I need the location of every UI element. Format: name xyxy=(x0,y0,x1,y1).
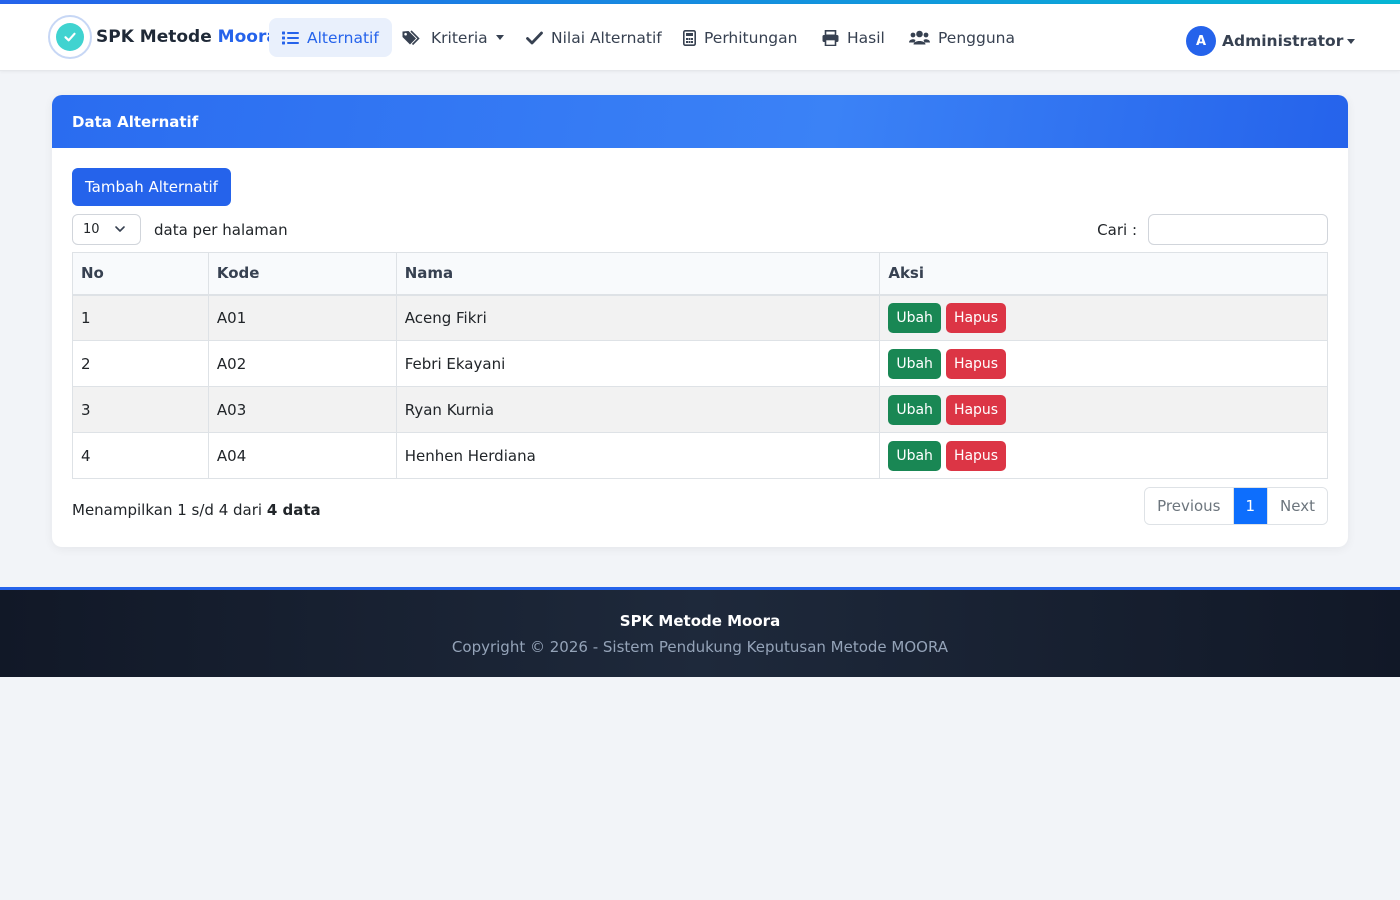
page-length-label: data per halaman xyxy=(154,220,288,239)
cell-kode: A02 xyxy=(207,340,397,387)
table-header-row: No Kode Nama Aksi xyxy=(72,252,1328,296)
brand-logo xyxy=(48,15,92,59)
cell-no: 2 xyxy=(72,340,209,387)
edit-button[interactable]: Ubah xyxy=(888,302,941,333)
users-icon xyxy=(909,30,930,45)
cell-nama: Febri Ekayani xyxy=(395,340,881,387)
cell-no: 4 xyxy=(72,432,209,479)
header-aksi[interactable]: Aksi xyxy=(879,252,1328,296)
cell-nama: Ryan Kurnia xyxy=(395,386,881,433)
cell-kode: A04 xyxy=(207,432,397,479)
nav-hasil[interactable]: Hasil xyxy=(809,18,898,57)
table-info-prefix: Menampilkan 1 s/d 4 dari xyxy=(72,501,263,519)
navbar: SPK Metode Moora Alternatif Kriteria Nil… xyxy=(0,4,1400,71)
page-1-button[interactable]: 1 xyxy=(1232,488,1268,524)
card-title: Data Alternatif xyxy=(72,112,199,131)
table-info-total: 4 data xyxy=(266,501,321,519)
cell-aksi: Ubah Hapus xyxy=(879,340,1328,387)
footer-copyright: Copyright © 2026 - Sistem Pendukung Kepu… xyxy=(451,638,949,656)
search-input[interactable] xyxy=(1148,214,1328,245)
delete-button[interactable]: Hapus xyxy=(945,394,1007,425)
alternatif-table: No Kode Nama Aksi 1 A01 Aceng Fikri Ubah… xyxy=(72,252,1328,479)
search-label: Cari : xyxy=(1097,220,1137,239)
brand-name-text: SPK Metode xyxy=(96,27,212,47)
user-menu[interactable]: A Administrator xyxy=(1186,26,1356,56)
tags-icon xyxy=(402,29,423,46)
user-name: Administrator xyxy=(1222,32,1344,50)
data-alternatif-card: Data Alternatif Tambah Alternatif 10 dat… xyxy=(52,95,1348,547)
edit-button[interactable]: Ubah xyxy=(888,348,941,379)
cell-aksi: Ubah Hapus xyxy=(879,294,1328,341)
edit-button[interactable]: Ubah xyxy=(888,440,941,471)
nav-alternatif[interactable]: Alternatif xyxy=(269,18,392,57)
add-alternatif-button[interactable]: Tambah Alternatif xyxy=(72,168,231,206)
page-length-control: 10 data per halaman xyxy=(72,214,288,245)
list-icon xyxy=(282,31,299,45)
caret-down-icon xyxy=(1347,38,1356,44)
chevron-down-icon xyxy=(114,223,126,239)
brand[interactable]: SPK Metode Moora xyxy=(48,15,278,59)
table-row: 3 A03 Ryan Kurnia Ubah Hapus xyxy=(72,386,1328,433)
nav-perhitungan[interactable]: Perhitungan xyxy=(670,18,810,57)
table-row: 1 A01 Aceng Fikri Ubah Hapus xyxy=(72,294,1328,341)
table-info: Menampilkan 1 s/d 4 dari 4 data xyxy=(72,501,321,519)
footer: SPK Metode Moora Copyright © 2026 - Sist… xyxy=(0,587,1400,677)
cell-no: 3 xyxy=(72,386,209,433)
nav-alternatif-label: Alternatif xyxy=(307,28,379,47)
table-row: 2 A02 Febri Ekayani Ubah Hapus xyxy=(72,340,1328,387)
nav-nilai-alternatif[interactable]: Nilai Alternatif xyxy=(513,18,675,57)
footer-title: SPK Metode Moora xyxy=(619,612,781,630)
card-header: Data Alternatif xyxy=(52,95,1348,148)
cell-no: 1 xyxy=(72,294,209,341)
delete-button[interactable]: Hapus xyxy=(945,440,1007,471)
nav-pengguna-label: Pengguna xyxy=(938,28,1015,47)
previous-page-button[interactable]: Previous xyxy=(1145,488,1233,524)
next-page-button[interactable]: Next xyxy=(1267,488,1327,524)
nav-kriteria[interactable]: Kriteria xyxy=(389,18,517,57)
cell-nama: Henhen Herdiana xyxy=(395,432,881,479)
print-icon xyxy=(822,29,839,46)
brand-name: SPK Metode Moora xyxy=(96,27,278,47)
avatar: A xyxy=(1186,26,1216,56)
cell-aksi: Ubah Hapus xyxy=(879,432,1328,479)
cell-aksi: Ubah Hapus xyxy=(879,386,1328,433)
delete-button[interactable]: Hapus xyxy=(945,348,1007,379)
pagination: Previous 1 Next xyxy=(1144,487,1328,525)
header-no[interactable]: No xyxy=(72,252,209,296)
page-length-select[interactable]: 10 xyxy=(72,214,141,245)
header-nama[interactable]: Nama xyxy=(395,252,881,296)
cell-kode: A03 xyxy=(207,386,397,433)
page-length-value: 10 xyxy=(83,222,100,237)
nav-pengguna[interactable]: Pengguna xyxy=(896,18,1028,57)
caret-down-icon xyxy=(495,35,504,40)
search-control: Cari : xyxy=(1097,214,1328,245)
cell-kode: A01 xyxy=(207,294,397,341)
header-kode[interactable]: Kode xyxy=(207,252,397,296)
nav-kriteria-label: Kriteria xyxy=(431,28,488,47)
nav-nilai-label: Nilai Alternatif xyxy=(551,28,662,47)
nav-hasil-label: Hasil xyxy=(847,28,885,47)
table-row: 4 A04 Henhen Herdiana Ubah Hapus xyxy=(72,432,1328,479)
check-circle-icon xyxy=(56,23,84,51)
edit-button[interactable]: Ubah xyxy=(888,394,941,425)
nav-perhitungan-label: Perhitungan xyxy=(704,28,798,47)
delete-button[interactable]: Hapus xyxy=(945,302,1007,333)
check-icon xyxy=(526,31,543,45)
cell-nama: Aceng Fikri xyxy=(395,294,881,341)
calculator-icon xyxy=(683,29,696,46)
